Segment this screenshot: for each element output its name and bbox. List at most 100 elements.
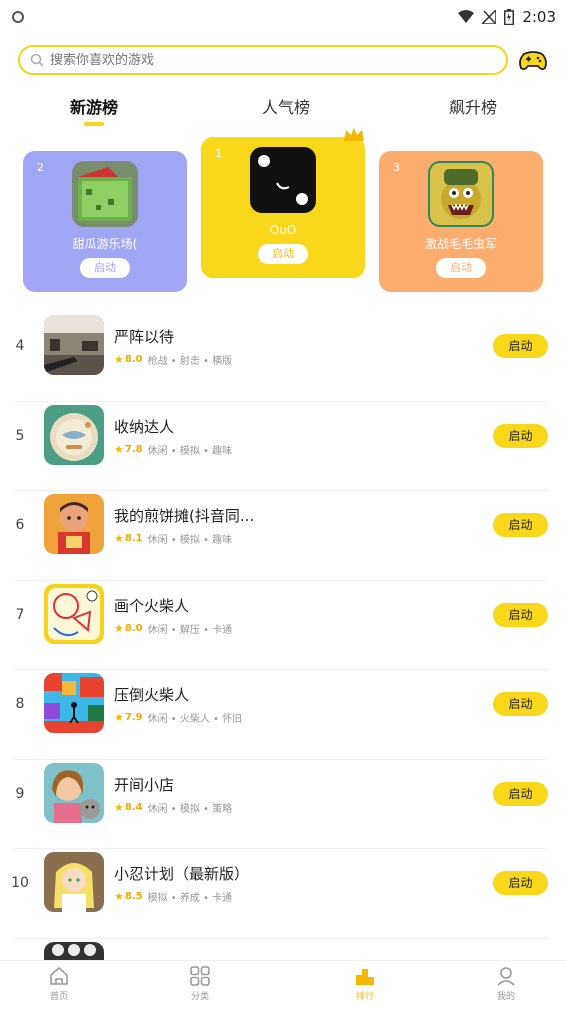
list-item[interactable]: 10 小忍计划（最新版） ★ 8.5 模拟 • 养成 • 卡通 启动 xyxy=(0,849,566,939)
tab-popular[interactable]: 人气榜 xyxy=(262,94,310,118)
rank-number: 7 xyxy=(15,606,25,623)
launch-button[interactable]: 启动 xyxy=(436,258,486,278)
game-tags: 枪战 • 射击 • 横版 xyxy=(147,356,233,367)
search-input[interactable] xyxy=(50,52,470,68)
game-icon xyxy=(44,673,104,733)
rank-number: 2 xyxy=(37,161,44,174)
launch-button[interactable]: 启动 xyxy=(493,513,548,537)
profile-icon xyxy=(497,967,515,986)
game-tags: 休闲 • 解压 • 卡通 xyxy=(147,624,233,636)
ranking-tabs: 新游榜 人气榜 飙升榜 xyxy=(0,90,566,130)
game-score: 7.8 xyxy=(124,443,143,455)
status-icons: 2:03 xyxy=(458,8,556,26)
signal-icon xyxy=(482,10,497,24)
crown-icon xyxy=(344,128,364,141)
star-icon: ★ xyxy=(114,621,124,635)
game-tags: 休闲 • 模拟 • 趣味 xyxy=(147,445,233,457)
launch-button[interactable]: 启动 xyxy=(493,602,548,627)
list-item[interactable]: 4 严阵以待 ★ 8.0 枪战 • 射击 • 横版 启动 xyxy=(0,312,566,402)
launch-button[interactable]: 启动 xyxy=(493,781,548,806)
game-score: 8.4 xyxy=(124,801,143,813)
bottom-navigation: 首页 分类 排行 我的 xyxy=(0,960,566,1012)
game-meta: ★ 8.0 枪战 • 射击 • 横版 xyxy=(114,352,232,367)
rank-number: 1 xyxy=(215,147,222,160)
launch-button[interactable]: 启动 xyxy=(493,692,548,716)
list-item[interactable]: 8 压倒火柴人 ★ 7.9 休闲 • 火柴人 • 怀旧 启动 xyxy=(0,670,566,760)
game-icon-ouo xyxy=(250,147,316,213)
game-title: 收纳达人 xyxy=(114,417,175,436)
nav-home[interactable]: 首页 xyxy=(29,965,89,1002)
rank-number: 10 xyxy=(11,875,29,891)
podium-card-rank-1[interactable]: 1 OuO 启动 xyxy=(201,128,365,278)
game-icon xyxy=(44,583,104,644)
rank-number: 5 xyxy=(15,427,25,444)
podium-card-rank-2[interactable]: 2 甜瓜游乐场( 启动 xyxy=(23,151,187,292)
clock: 2:03 xyxy=(522,8,556,26)
game-title: 我的煎饼摊(抖音同... xyxy=(114,507,255,525)
list-item[interactable]: 9 开间小店 ★ 8.4 休闲 • 模拟 • 策略 启动 xyxy=(0,760,566,849)
game-meta: ★ 8.4 休闲 • 模拟 • 策略 xyxy=(114,800,232,815)
game-score: 8.0 xyxy=(124,354,143,365)
game-title: 开间小店 xyxy=(114,775,175,794)
ranking-icon xyxy=(356,969,374,985)
nav-label: 分类 xyxy=(190,992,209,1002)
game-icon xyxy=(44,852,104,912)
game-title: 小忍计划（最新版） xyxy=(114,865,250,883)
game-icon xyxy=(44,762,104,823)
rank-number: 4 xyxy=(15,338,25,354)
game-title: 严阵以待 xyxy=(114,328,175,346)
game-meta: ★ 8.1 休闲 • 模拟 • 趣味 xyxy=(114,531,232,546)
ranking-list: 4 严阵以待 ★ 8.0 枪战 • 射击 • 横版 启动 5 收纳达人 ★ 7.… xyxy=(0,312,566,1012)
search-icon xyxy=(30,53,44,67)
tab-label: 飙升榜 xyxy=(449,98,498,117)
star-icon: ★ xyxy=(114,353,124,366)
launch-button[interactable]: 启动 xyxy=(493,334,548,358)
rank-number: 8 xyxy=(15,696,25,712)
tab-new-games[interactable]: 新游榜 xyxy=(70,94,119,126)
game-score: 7.9 xyxy=(124,712,143,723)
nav-ranking[interactable]: 排行 xyxy=(335,965,395,1002)
game-score: 8.1 xyxy=(124,533,143,544)
home-icon xyxy=(50,967,68,985)
game-name: 甜瓜游乐场( xyxy=(72,237,138,251)
launch-button[interactable]: 启动 xyxy=(258,244,308,264)
launch-button[interactable]: 启动 xyxy=(493,423,548,448)
battery-icon xyxy=(504,9,515,25)
nav-category[interactable]: 分类 xyxy=(170,965,230,1002)
list-item[interactable]: 5 收纳达人 ★ 7.8 休闲 • 模拟 • 趣味 启动 xyxy=(0,402,566,491)
gamepad-icon[interactable] xyxy=(518,46,548,74)
tab-rising[interactable]: 飙升榜 xyxy=(449,94,497,118)
notification-icon xyxy=(12,11,24,23)
game-title: 画个火柴人 xyxy=(114,596,190,615)
rank-number: 6 xyxy=(15,517,25,533)
status-bar: 2:03 xyxy=(0,0,566,36)
game-name: OuO xyxy=(269,223,297,237)
game-icon xyxy=(44,404,104,465)
rank-number: 3 xyxy=(393,161,400,174)
star-icon: ★ xyxy=(114,711,124,724)
search-box[interactable] xyxy=(18,45,508,75)
game-tags: 休闲 • 火柴人 • 怀旧 xyxy=(147,714,243,725)
grid-icon xyxy=(190,966,210,986)
game-icon xyxy=(44,494,104,554)
game-icon-caterpillar xyxy=(428,161,494,227)
list-item[interactable]: 6 我的煎饼摊(抖音同... ★ 8.1 休闲 • 模拟 • 趣味 启动 xyxy=(0,491,566,581)
game-meta: ★ 8.0 休闲 • 解压 • 卡通 xyxy=(114,621,232,636)
tab-label: 人气榜 xyxy=(262,98,311,117)
tab-label: 新游榜 xyxy=(70,98,119,117)
top-three-podium: 2 甜瓜游乐场( 启动 1 OuO 启动 3 激战毛毛虫军 启动 xyxy=(0,128,566,306)
launch-button[interactable]: 启动 xyxy=(493,871,548,895)
nav-label: 排行 xyxy=(355,992,374,1002)
nav-profile[interactable]: 我的 xyxy=(476,965,536,1002)
podium-card-rank-3[interactable]: 3 激战毛毛虫军 启动 xyxy=(379,151,543,292)
game-icon-melon-playground xyxy=(72,161,138,227)
wifi-icon xyxy=(458,10,475,23)
star-icon: ★ xyxy=(114,532,124,545)
star-icon: ★ xyxy=(114,800,124,814)
launch-button[interactable]: 启动 xyxy=(80,258,130,278)
search-row xyxy=(18,44,548,76)
game-score: 8.0 xyxy=(124,622,143,634)
active-tab-indicator xyxy=(84,122,104,126)
star-icon: ★ xyxy=(114,442,124,456)
list-item[interactable]: 7 画个火柴人 ★ 8.0 休闲 • 解压 • 卡通 启动 xyxy=(0,581,566,670)
